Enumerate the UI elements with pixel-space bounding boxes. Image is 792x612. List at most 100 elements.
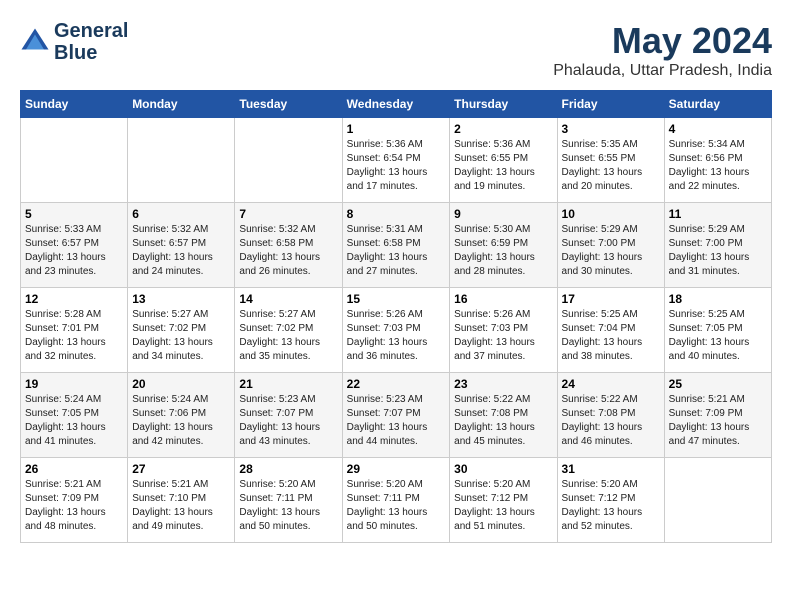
day-info: Sunrise: 5:20 AMSunset: 7:12 PMDaylight:…: [454, 478, 552, 534]
day-number: 5: [25, 207, 123, 221]
calendar-cell: 4 Sunrise: 5:34 AMSunset: 6:56 PMDayligh…: [664, 118, 771, 203]
calendar-cell: 21 Sunrise: 5:23 AMSunset: 7:07 PMDaylig…: [235, 373, 342, 458]
day-number: 23: [454, 377, 552, 391]
day-number: 13: [132, 292, 230, 306]
calendar-cell: 30 Sunrise: 5:20 AMSunset: 7:12 PMDaylig…: [450, 458, 557, 543]
day-number: 27: [132, 462, 230, 476]
calendar-cell: 27 Sunrise: 5:21 AMSunset: 7:10 PMDaylig…: [128, 458, 235, 543]
day-info: Sunrise: 5:27 AMSunset: 7:02 PMDaylight:…: [132, 308, 230, 364]
day-info: Sunrise: 5:28 AMSunset: 7:01 PMDaylight:…: [25, 308, 123, 364]
day-number: 1: [347, 122, 446, 136]
day-info: Sunrise: 5:36 AMSunset: 6:54 PMDaylight:…: [347, 138, 446, 194]
day-info: Sunrise: 5:22 AMSunset: 7:08 PMDaylight:…: [562, 393, 660, 449]
day-info: Sunrise: 5:21 AMSunset: 7:09 PMDaylight:…: [669, 393, 767, 449]
day-number: 29: [347, 462, 446, 476]
day-number: 20: [132, 377, 230, 391]
day-info: Sunrise: 5:25 AMSunset: 7:04 PMDaylight:…: [562, 308, 660, 364]
day-number: 14: [239, 292, 337, 306]
day-number: 15: [347, 292, 446, 306]
day-info: Sunrise: 5:30 AMSunset: 6:59 PMDaylight:…: [454, 223, 552, 279]
day-info: Sunrise: 5:20 AMSunset: 7:11 PMDaylight:…: [239, 478, 337, 534]
day-number: 26: [25, 462, 123, 476]
month-title: May 2024: [553, 20, 772, 62]
day-number: 25: [669, 377, 767, 391]
day-number: 9: [454, 207, 552, 221]
calendar-cell: 6 Sunrise: 5:32 AMSunset: 6:57 PMDayligh…: [128, 203, 235, 288]
day-number: 21: [239, 377, 337, 391]
day-info: Sunrise: 5:24 AMSunset: 7:06 PMDaylight:…: [132, 393, 230, 449]
col-header-wednesday: Wednesday: [342, 91, 450, 118]
day-number: 12: [25, 292, 123, 306]
col-header-monday: Monday: [128, 91, 235, 118]
calendar-cell: [664, 458, 771, 543]
calendar-cell: 29 Sunrise: 5:20 AMSunset: 7:11 PMDaylig…: [342, 458, 450, 543]
calendar-cell: 7 Sunrise: 5:32 AMSunset: 6:58 PMDayligh…: [235, 203, 342, 288]
calendar-table: SundayMondayTuesdayWednesdayThursdayFrid…: [20, 90, 772, 543]
day-info: Sunrise: 5:33 AMSunset: 6:57 PMDaylight:…: [25, 223, 123, 279]
calendar-cell: 24 Sunrise: 5:22 AMSunset: 7:08 PMDaylig…: [557, 373, 664, 458]
day-info: Sunrise: 5:31 AMSunset: 6:58 PMDaylight:…: [347, 223, 446, 279]
col-header-sunday: Sunday: [21, 91, 128, 118]
day-info: Sunrise: 5:32 AMSunset: 6:57 PMDaylight:…: [132, 223, 230, 279]
calendar-week-row: 19 Sunrise: 5:24 AMSunset: 7:05 PMDaylig…: [21, 373, 772, 458]
calendar-cell: 18 Sunrise: 5:25 AMSunset: 7:05 PMDaylig…: [664, 288, 771, 373]
day-info: Sunrise: 5:35 AMSunset: 6:55 PMDaylight:…: [562, 138, 660, 194]
calendar-cell: 22 Sunrise: 5:23 AMSunset: 7:07 PMDaylig…: [342, 373, 450, 458]
logo-text: General Blue: [54, 20, 128, 64]
day-info: Sunrise: 5:34 AMSunset: 6:56 PMDaylight:…: [669, 138, 767, 194]
day-number: 30: [454, 462, 552, 476]
day-info: Sunrise: 5:32 AMSunset: 6:58 PMDaylight:…: [239, 223, 337, 279]
day-number: 11: [669, 207, 767, 221]
day-number: 22: [347, 377, 446, 391]
location-title: Phalauda, Uttar Pradesh, India: [553, 62, 772, 80]
day-info: Sunrise: 5:36 AMSunset: 6:55 PMDaylight:…: [454, 138, 552, 194]
col-header-thursday: Thursday: [450, 91, 557, 118]
day-info: Sunrise: 5:24 AMSunset: 7:05 PMDaylight:…: [25, 393, 123, 449]
day-number: 28: [239, 462, 337, 476]
calendar-cell: 5 Sunrise: 5:33 AMSunset: 6:57 PMDayligh…: [21, 203, 128, 288]
calendar-week-row: 1 Sunrise: 5:36 AMSunset: 6:54 PMDayligh…: [21, 118, 772, 203]
day-number: 24: [562, 377, 660, 391]
calendar-cell: 2 Sunrise: 5:36 AMSunset: 6:55 PMDayligh…: [450, 118, 557, 203]
day-number: 10: [562, 207, 660, 221]
day-info: Sunrise: 5:27 AMSunset: 7:02 PMDaylight:…: [239, 308, 337, 364]
calendar-cell: 25 Sunrise: 5:21 AMSunset: 7:09 PMDaylig…: [664, 373, 771, 458]
calendar-cell: 12 Sunrise: 5:28 AMSunset: 7:01 PMDaylig…: [21, 288, 128, 373]
calendar-cell: 1 Sunrise: 5:36 AMSunset: 6:54 PMDayligh…: [342, 118, 450, 203]
day-number: 19: [25, 377, 123, 391]
calendar-cell: 31 Sunrise: 5:20 AMSunset: 7:12 PMDaylig…: [557, 458, 664, 543]
day-info: Sunrise: 5:26 AMSunset: 7:03 PMDaylight:…: [347, 308, 446, 364]
calendar-cell: 3 Sunrise: 5:35 AMSunset: 6:55 PMDayligh…: [557, 118, 664, 203]
day-info: Sunrise: 5:23 AMSunset: 7:07 PMDaylight:…: [347, 393, 446, 449]
day-number: 8: [347, 207, 446, 221]
calendar-cell: 8 Sunrise: 5:31 AMSunset: 6:58 PMDayligh…: [342, 203, 450, 288]
day-info: Sunrise: 5:29 AMSunset: 7:00 PMDaylight:…: [669, 223, 767, 279]
day-info: Sunrise: 5:21 AMSunset: 7:10 PMDaylight:…: [132, 478, 230, 534]
calendar-cell: 10 Sunrise: 5:29 AMSunset: 7:00 PMDaylig…: [557, 203, 664, 288]
calendar-cell: 15 Sunrise: 5:26 AMSunset: 7:03 PMDaylig…: [342, 288, 450, 373]
day-number: 16: [454, 292, 552, 306]
day-number: 17: [562, 292, 660, 306]
calendar-cell: 20 Sunrise: 5:24 AMSunset: 7:06 PMDaylig…: [128, 373, 235, 458]
day-number: 3: [562, 122, 660, 136]
calendar-week-row: 26 Sunrise: 5:21 AMSunset: 7:09 PMDaylig…: [21, 458, 772, 543]
calendar-cell: 9 Sunrise: 5:30 AMSunset: 6:59 PMDayligh…: [450, 203, 557, 288]
day-number: 31: [562, 462, 660, 476]
day-number: 18: [669, 292, 767, 306]
calendar-cell: 28 Sunrise: 5:20 AMSunset: 7:11 PMDaylig…: [235, 458, 342, 543]
logo-icon: [20, 27, 50, 57]
calendar-cell: 16 Sunrise: 5:26 AMSunset: 7:03 PMDaylig…: [450, 288, 557, 373]
day-number: 7: [239, 207, 337, 221]
day-number: 4: [669, 122, 767, 136]
day-info: Sunrise: 5:23 AMSunset: 7:07 PMDaylight:…: [239, 393, 337, 449]
calendar-cell: [21, 118, 128, 203]
day-info: Sunrise: 5:21 AMSunset: 7:09 PMDaylight:…: [25, 478, 123, 534]
calendar-cell: [128, 118, 235, 203]
calendar-cell: 17 Sunrise: 5:25 AMSunset: 7:04 PMDaylig…: [557, 288, 664, 373]
calendar-cell: 26 Sunrise: 5:21 AMSunset: 7:09 PMDaylig…: [21, 458, 128, 543]
page-header: General Blue May 2024 Phalauda, Uttar Pr…: [20, 20, 772, 80]
calendar-cell: 19 Sunrise: 5:24 AMSunset: 7:05 PMDaylig…: [21, 373, 128, 458]
col-header-friday: Friday: [557, 91, 664, 118]
day-info: Sunrise: 5:22 AMSunset: 7:08 PMDaylight:…: [454, 393, 552, 449]
calendar-cell: 13 Sunrise: 5:27 AMSunset: 7:02 PMDaylig…: [128, 288, 235, 373]
